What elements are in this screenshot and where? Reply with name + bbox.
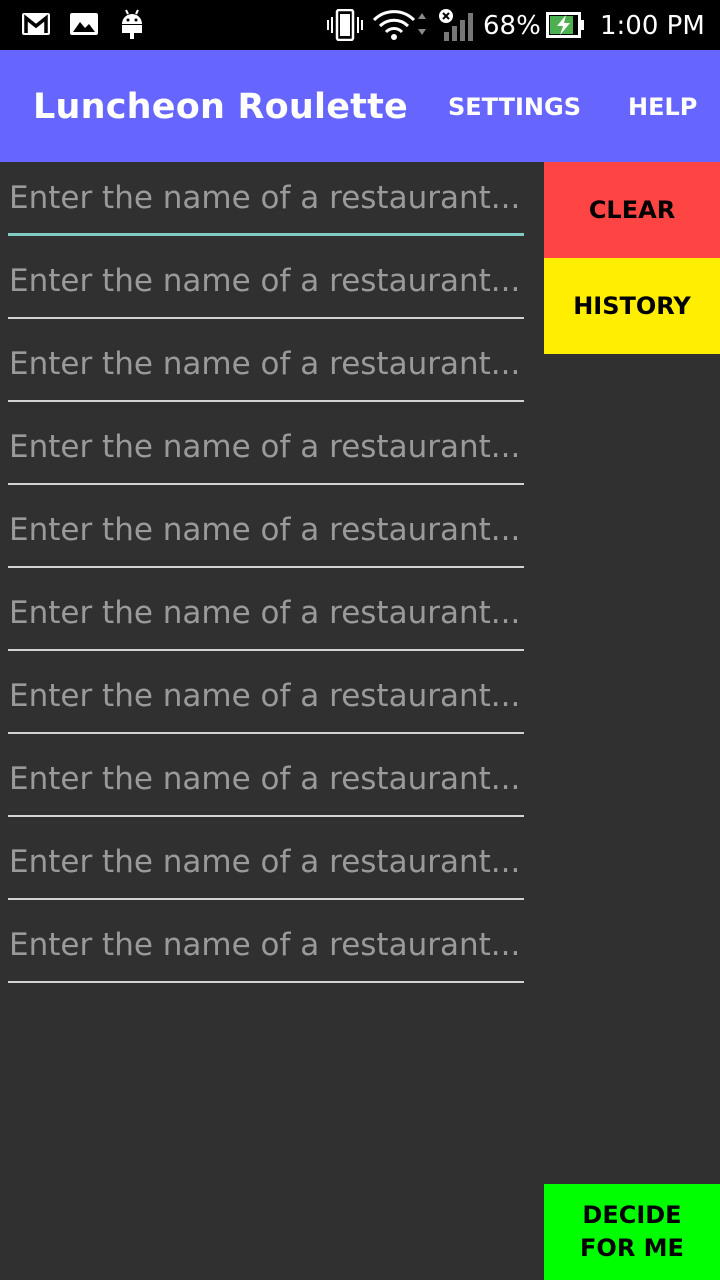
restaurant-input-3[interactable] <box>8 328 524 402</box>
list-item <box>8 909 524 992</box>
restaurant-input-9[interactable] <box>8 826 524 900</box>
restaurant-input-2[interactable] <box>8 245 524 319</box>
app-title: Luncheon Roulette <box>33 87 408 127</box>
wifi-icon <box>372 10 426 40</box>
restaurant-input-5[interactable] <box>8 494 524 568</box>
screen: 68% 1:00 PM Luncheon Roulette SETTINGS H… <box>0 0 720 1280</box>
decide-label-line-1: DECIDE <box>582 1201 682 1229</box>
clear-button[interactable]: CLEAR <box>544 162 720 258</box>
clock: 1:00 PM <box>600 11 705 41</box>
restaurant-input-7[interactable] <box>8 660 524 734</box>
restaurant-input-8[interactable] <box>8 743 524 817</box>
help-button[interactable]: HELP <box>628 90 697 124</box>
photos-icon <box>70 13 98 35</box>
decide-for-me-label: DECIDE FOR ME <box>580 1199 684 1265</box>
android-debug-icon <box>122 9 142 39</box>
history-button[interactable]: HISTORY <box>544 258 720 354</box>
status-bar: 68% 1:00 PM <box>0 0 720 50</box>
list-item <box>8 411 524 494</box>
signal-icon <box>439 9 473 41</box>
list-item <box>8 494 524 577</box>
settings-button[interactable]: SETTINGS <box>448 90 581 124</box>
clear-button-label: CLEAR <box>588 196 676 224</box>
list-item <box>8 162 524 245</box>
decide-for-me-button[interactable]: DECIDE FOR ME <box>544 1184 720 1280</box>
gmail-icon <box>22 13 50 35</box>
restaurant-input-4[interactable] <box>8 411 524 485</box>
restaurant-input-1[interactable] <box>8 162 524 236</box>
list-item <box>8 660 524 743</box>
restaurant-input-6[interactable] <box>8 577 524 651</box>
list-item <box>8 245 524 328</box>
decide-label-line-2: FOR ME <box>580 1234 684 1262</box>
restaurant-input-list <box>8 162 524 992</box>
list-item <box>8 328 524 411</box>
restaurant-input-10[interactable] <box>8 909 524 983</box>
list-item <box>8 577 524 660</box>
battery-charging-icon <box>546 12 584 38</box>
list-item <box>8 826 524 909</box>
vibrate-icon <box>327 9 363 41</box>
list-item <box>8 743 524 826</box>
app-bar: Luncheon Roulette SETTINGS HELP <box>0 50 720 162</box>
battery-percent: 68% <box>483 11 541 41</box>
history-button-label: HISTORY <box>573 292 691 320</box>
